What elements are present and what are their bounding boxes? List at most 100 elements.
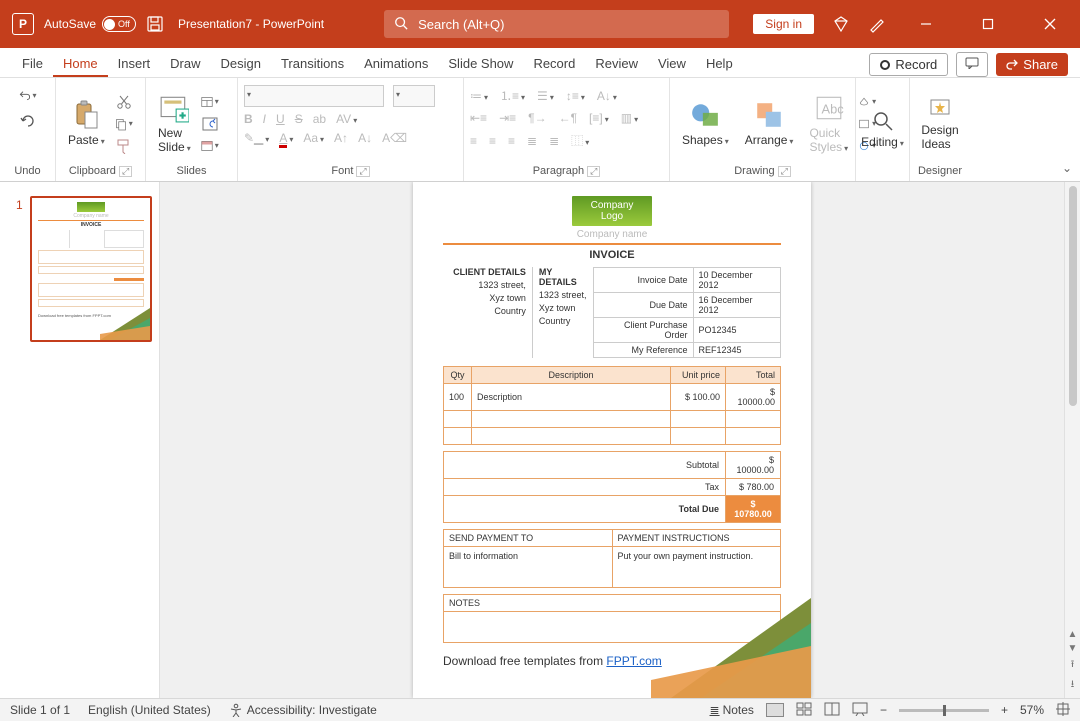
font-family-combo[interactable]: [244, 85, 384, 107]
normal-view-button[interactable]: [766, 703, 784, 717]
tab-transitions[interactable]: Transitions: [271, 50, 354, 77]
arrange-button[interactable]: Arrange: [739, 100, 800, 147]
slide-canvas[interactable]: Company Logo Company name INVOICE CLIENT…: [413, 182, 811, 698]
tab-animations[interactable]: Animations: [354, 50, 438, 77]
tab-file[interactable]: File: [12, 50, 53, 77]
shadow-button[interactable]: ab: [313, 112, 326, 126]
fit-to-window-button[interactable]: [1056, 702, 1070, 719]
tab-home[interactable]: Home: [53, 50, 108, 77]
scroll-thumb[interactable]: [1069, 186, 1077, 406]
search-box[interactable]: Search (Alt+Q): [384, 10, 729, 38]
new-slide-button[interactable]: New Slide: [152, 93, 197, 154]
diamond-icon[interactable]: [832, 15, 850, 33]
paste-button[interactable]: Paste: [62, 100, 111, 147]
next-slide-icon[interactable]: ⭳: [1071, 677, 1075, 694]
slide-thumbnail-1[interactable]: Company name INVOICE Download free templ…: [30, 196, 152, 342]
tab-help[interactable]: Help: [696, 50, 743, 77]
align-left-button[interactable]: ≡: [470, 134, 477, 148]
line-spacing-button[interactable]: ↕≡: [566, 89, 585, 103]
redo-button[interactable]: [19, 112, 37, 130]
sort-button[interactable]: A↓: [597, 89, 617, 103]
list-level-button[interactable]: ☰: [537, 89, 554, 103]
strike-button[interactable]: S: [295, 112, 303, 126]
prev-slide-icon[interactable]: ⭱: [1071, 657, 1075, 674]
font-launcher[interactable]: ⤢: [356, 166, 369, 177]
comments-button[interactable]: [956, 52, 988, 77]
minimize-button[interactable]: [904, 0, 948, 48]
shrink-font-button[interactable]: A↓: [358, 131, 372, 145]
vertical-scrollbar[interactable]: ▲ ▼ ⭱ ⭳: [1064, 182, 1080, 698]
columns-button[interactable]: ▥: [621, 111, 638, 125]
autosave-toggle[interactable]: AutoSave Off: [44, 16, 136, 32]
align-text-button[interactable]: [≡]: [589, 111, 609, 125]
accessibility-indicator[interactable]: Accessibility: Investigate: [229, 703, 377, 717]
record-button[interactable]: Record: [869, 53, 948, 76]
numbering-button[interactable]: ⒈≡: [500, 87, 525, 104]
tab-design[interactable]: Design: [211, 50, 271, 77]
design-ideas-button[interactable]: Design Ideas: [915, 96, 964, 151]
ltr-button[interactable]: ¶→: [528, 111, 546, 125]
clear-format-button[interactable]: A⌫: [382, 131, 407, 145]
align-right-button[interactable]: ≡: [508, 134, 515, 148]
drawing-launcher[interactable]: ⤢: [778, 166, 791, 177]
change-case-button[interactable]: Aa: [303, 131, 324, 145]
reading-view-button[interactable]: [824, 702, 840, 719]
scroll-down-icon[interactable]: ▼: [1068, 643, 1078, 654]
zoom-level[interactable]: 57%: [1020, 703, 1044, 717]
reset-button[interactable]: [201, 115, 219, 133]
pen-sparkle-icon[interactable]: [868, 15, 886, 33]
smartart-button[interactable]: ⿲: [571, 132, 589, 149]
tab-view[interactable]: View: [648, 50, 696, 77]
notes-button[interactable]: ≣Notes: [710, 703, 754, 717]
char-spacing-button[interactable]: AV: [336, 112, 357, 126]
thumbnail-panel: 1 Company name INVOICE Download free tem…: [0, 182, 160, 698]
quick-styles-button[interactable]: Abc Quick Styles: [803, 93, 854, 154]
close-button[interactable]: [1028, 0, 1072, 48]
signin-button[interactable]: Sign in: [753, 14, 814, 34]
tab-slideshow[interactable]: Slide Show: [438, 50, 523, 77]
zoom-out-button[interactable]: −: [880, 703, 887, 717]
paragraph-launcher[interactable]: ⤢: [587, 166, 600, 177]
copy-button[interactable]: [115, 115, 133, 133]
slide-indicator[interactable]: Slide 1 of 1: [10, 703, 70, 717]
grow-font-button[interactable]: A↑: [334, 131, 348, 145]
rtl-button[interactable]: ←¶: [559, 111, 577, 125]
underline-button[interactable]: U: [276, 112, 285, 126]
decrease-indent-button[interactable]: ⇤≡: [470, 111, 487, 125]
sorter-view-button[interactable]: [796, 702, 812, 719]
bold-button[interactable]: B: [244, 112, 253, 126]
justify-button[interactable]: ≣: [527, 134, 537, 148]
tab-insert[interactable]: Insert: [108, 50, 161, 77]
font-size-combo[interactable]: [393, 85, 435, 107]
section-button[interactable]: [201, 137, 219, 155]
zoom-in-button[interactable]: +: [1001, 703, 1008, 717]
collapse-ribbon-icon[interactable]: ⌄: [1062, 161, 1072, 175]
undo-button[interactable]: [19, 86, 37, 104]
scroll-up-icon[interactable]: ▲: [1068, 629, 1078, 640]
tab-record[interactable]: Record: [523, 50, 585, 77]
cut-button[interactable]: [115, 93, 133, 111]
share-button[interactable]: Share: [996, 53, 1068, 76]
shapes-button[interactable]: Shapes: [676, 100, 735, 147]
layout-button[interactable]: [201, 93, 219, 111]
highlight-button[interactable]: ✎▁: [244, 131, 269, 145]
clipboard-launcher[interactable]: ⤢: [119, 166, 132, 177]
slideshow-view-button[interactable]: [852, 702, 868, 719]
italic-button[interactable]: I: [263, 112, 266, 126]
increase-indent-button[interactable]: ⇥≡: [499, 111, 516, 125]
format-painter-button[interactable]: [115, 137, 133, 155]
zoom-slider[interactable]: [899, 709, 989, 712]
scroll-controls: ▲ ▼ ⭱ ⭳: [1068, 629, 1078, 694]
maximize-button[interactable]: [966, 0, 1010, 48]
distribute-button[interactable]: ≣: [549, 134, 559, 148]
group-slides: New Slide Slides: [146, 78, 238, 181]
tab-review[interactable]: Review: [585, 50, 648, 77]
font-color-button[interactable]: A: [279, 131, 293, 145]
save-icon[interactable]: [146, 15, 164, 33]
slide-editor[interactable]: Company Logo Company name INVOICE CLIENT…: [160, 182, 1064, 698]
editing-button[interactable]: Editing: [855, 110, 910, 149]
tab-draw[interactable]: Draw: [160, 50, 210, 77]
language-indicator[interactable]: English (United States): [88, 703, 211, 717]
align-center-button[interactable]: ≡: [489, 134, 496, 148]
bullets-button[interactable]: ≔: [470, 89, 488, 103]
